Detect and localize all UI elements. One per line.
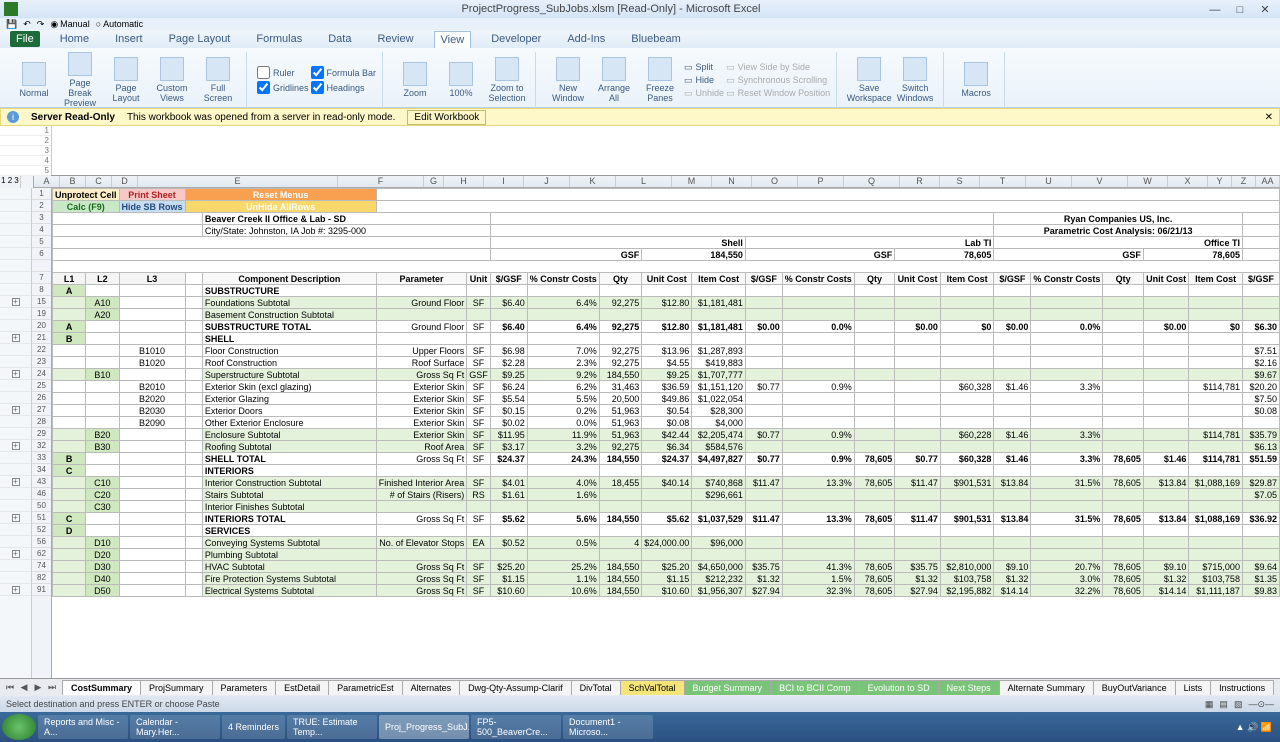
column-headers: ABCD EFG HIJKL MNOPQ RSTUV WXYZAA — [34, 176, 1280, 188]
row-numbers: 1234567815192021222324252627282932333443… — [32, 188, 52, 678]
calc-manual-radio[interactable]: ◉ Manual — [50, 19, 89, 30]
new-window-button[interactable]: New Window — [546, 52, 590, 108]
infobar-close-button[interactable]: ✕ — [1265, 112, 1273, 123]
zoom-button[interactable]: Zoom — [393, 52, 437, 108]
tab-data[interactable]: Data — [322, 31, 357, 47]
sheet-tab-evolution-to-sd[interactable]: Evolution to SD — [859, 680, 939, 695]
sheet-tab-estdetail[interactable]: EstDetail — [275, 680, 329, 695]
excel-icon — [4, 2, 18, 16]
gridlines-checkbox[interactable]: Gridlines — [257, 81, 309, 94]
taskbar-item[interactable]: Calendar - Mary.Her... — [130, 715, 220, 739]
start-button[interactable] — [2, 714, 36, 740]
tab-home[interactable]: Home — [54, 31, 95, 47]
arrange-button[interactable]: Arrange All — [592, 52, 636, 108]
tab-developer[interactable]: Developer — [485, 31, 547, 47]
hide-button[interactable]: ▭ Hide — [684, 75, 724, 86]
taskbar-item[interactable]: 4 Reminders — [222, 715, 285, 739]
ribbon: Normal Page Break Preview Page Layout Cu… — [0, 48, 1280, 108]
tab-bluebeam[interactable]: Bluebeam — [625, 31, 687, 47]
save-workspace-button[interactable]: Save Workspace — [847, 52, 891, 108]
macros-button[interactable]: Macros — [954, 52, 998, 108]
save-icon[interactable]: 💾 — [6, 19, 17, 30]
sheet-tab-divtotal[interactable]: DivTotal — [571, 680, 621, 695]
taskbar-item[interactable]: FP5-500_BeaverCre... — [471, 715, 561, 739]
tab-first[interactable]: ⏮ — [4, 682, 16, 693]
windows-taskbar: Reports and Misc - A...Calendar - Mary.H… — [0, 712, 1280, 742]
taskbar-item[interactable]: Document1 - Microso... — [563, 715, 653, 739]
infobar-message: This workbook was opened from a server i… — [127, 112, 395, 123]
tab-last[interactable]: ⏭ — [46, 682, 58, 693]
reset-pos-button[interactable]: ▭ Reset Window Position — [726, 88, 830, 99]
pagebreak-button[interactable]: Page Break Preview — [58, 52, 102, 108]
unhide-button[interactable]: ▭ Unhide — [684, 88, 724, 99]
tab-prev[interactable]: ◀ — [18, 682, 30, 693]
split-button[interactable]: ▭ Split — [684, 62, 724, 73]
sheet-tab-costsummary[interactable]: CostSummary — [62, 680, 141, 695]
tab-addins[interactable]: Add-Ins — [561, 31, 611, 47]
undo-icon[interactable]: ↶ — [23, 19, 31, 30]
sheet-tab-budget-summary[interactable]: Budget Summary — [684, 680, 772, 695]
custom-views-button[interactable]: Custom Views — [150, 52, 194, 108]
calc-auto-radio[interactable]: ○ Automatic — [96, 19, 143, 29]
window-controls: — □ ✕ — [1204, 3, 1276, 16]
sheet-tab-projsummary[interactable]: ProjSummary — [140, 680, 213, 695]
sheet-tab-parametricest[interactable]: ParametricEst — [328, 680, 403, 695]
sheet-tabs: ⏮◀▶⏭ CostSummaryProjSummaryParametersEst… — [0, 678, 1280, 696]
infobar-label: Server Read-Only — [31, 112, 115, 123]
zoom-selection-button[interactable]: Zoom to Selection — [485, 52, 529, 108]
fullscreen-button[interactable]: Full Screen — [196, 52, 240, 108]
window-title: ProjectProgress_SubJobs.xlsm [Read-Only]… — [18, 3, 1204, 15]
outline-controls[interactable]: +++++++++ — [0, 188, 32, 678]
taskbar-item[interactable]: Proj_Progress_SubJ... — [379, 715, 469, 739]
normal-view-button[interactable]: Normal — [12, 52, 56, 108]
redo-icon[interactable]: ↷ — [37, 19, 45, 30]
status-bar: Select destination and press ENTER or ch… — [0, 696, 1280, 712]
sheet-tab-alternate-summary[interactable]: Alternate Summary — [999, 680, 1094, 695]
tab-pagelayout[interactable]: Page Layout — [163, 31, 237, 47]
protected-view-bar: i Server Read-Only This workbook was ope… — [0, 108, 1280, 126]
view-break-icon[interactable]: ▧ — [1234, 699, 1243, 710]
tab-formulas[interactable]: Formulas — [250, 31, 308, 47]
info-icon: i — [7, 111, 19, 123]
sync-scroll-button[interactable]: ▭ Synchronous Scrolling — [726, 75, 830, 86]
freeze-button[interactable]: Freeze Panes — [638, 52, 682, 108]
switch-windows-button[interactable]: Switch Windows — [893, 52, 937, 108]
status-text: Select destination and press ENTER or ch… — [6, 699, 220, 709]
taskbar-item[interactable]: Reports and Misc - A... — [38, 715, 128, 739]
tab-next[interactable]: ▶ — [32, 682, 44, 693]
tab-view[interactable]: View — [434, 31, 472, 48]
sheet-tab-parameters[interactable]: Parameters — [212, 680, 277, 695]
sidebyside-button[interactable]: ▭ View Side by Side — [726, 62, 830, 73]
edit-workbook-button[interactable]: Edit Workbook — [407, 110, 486, 125]
taskbar-item[interactable]: TRUE: Estimate Temp... — [287, 715, 377, 739]
pagelayout-button[interactable]: Page Layout — [104, 52, 148, 108]
sheet-tab-dwg-qty-assump-clarif[interactable]: Dwg-Qty-Assump-Clarif — [459, 680, 572, 695]
formulabar-checkbox[interactable]: Formula Bar — [311, 66, 377, 79]
sheet-tab-instructions[interactable]: Instructions — [1210, 680, 1274, 695]
quick-access-toolbar: 💾 ↶ ↷ ◉ Manual ○ Automatic — [0, 18, 1280, 30]
tab-file[interactable]: File — [10, 31, 40, 47]
close-button[interactable]: ✕ — [1254, 3, 1276, 16]
sheet-tab-lists[interactable]: Lists — [1175, 680, 1212, 695]
zoom-slider[interactable]: —⊙— — [1248, 699, 1274, 710]
frozen-top-pane: 12345 — [0, 126, 1280, 176]
sheet-tab-alternates[interactable]: Alternates — [402, 680, 461, 695]
sheet-tab-schvaltotal[interactable]: SchValTotal — [620, 680, 685, 695]
spreadsheet-grid[interactable]: Unprotect CellPrint SheetReset MenusCalc… — [52, 188, 1280, 678]
headings-checkbox[interactable]: Headings — [311, 81, 377, 94]
ribbon-tabs: File Home Insert Page Layout Formulas Da… — [0, 30, 1280, 48]
sheet-tab-next-steps[interactable]: Next Steps — [938, 680, 1000, 695]
sheet-tab-buyoutvariance[interactable]: BuyOutVariance — [1093, 680, 1176, 695]
system-tray[interactable]: ▲ 🔊 📶 — [1236, 722, 1278, 733]
tab-insert[interactable]: Insert — [109, 31, 149, 47]
view-normal-icon[interactable]: ▦ — [1205, 699, 1214, 710]
title-bar: ProjectProgress_SubJobs.xlsm [Read-Only]… — [0, 0, 1280, 18]
minimize-button[interactable]: — — [1204, 4, 1226, 16]
ruler-checkbox[interactable]: Ruler — [257, 66, 309, 79]
zoom100-button[interactable]: 100% — [439, 52, 483, 108]
maximize-button[interactable]: □ — [1229, 4, 1251, 16]
tab-review[interactable]: Review — [371, 31, 419, 47]
view-layout-icon[interactable]: ▤ — [1219, 699, 1228, 710]
sheet-tab-bci-to-bcii-comp[interactable]: BCI to BCII Comp — [770, 680, 860, 695]
